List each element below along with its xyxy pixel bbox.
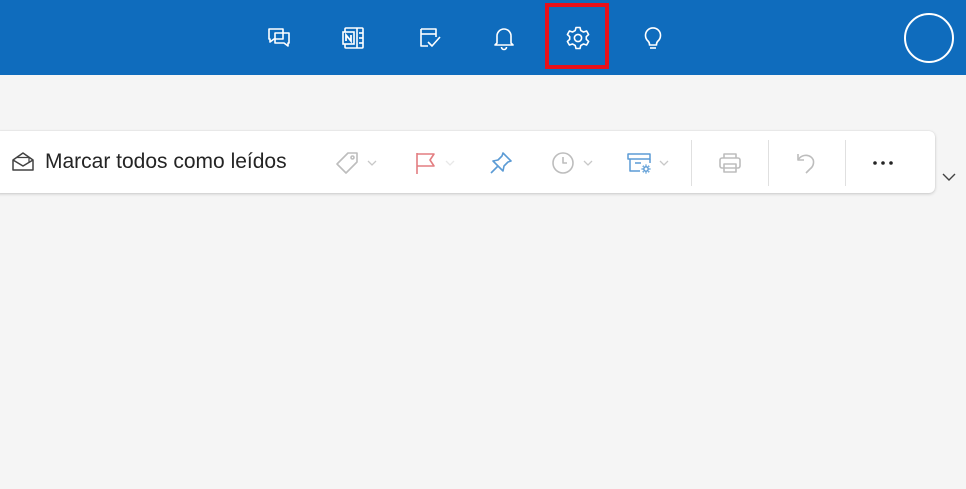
mark-all-read-button[interactable]: Marcar todos como leídos: [10, 147, 287, 177]
chevron-down-icon: [659, 160, 669, 166]
print-button[interactable]: [717, 148, 743, 178]
flag-icon: [416, 153, 435, 174]
profile-avatar[interactable]: [904, 13, 954, 63]
pin-icon: [490, 152, 512, 174]
chat-icon[interactable]: [259, 18, 299, 58]
tag-icon: [336, 152, 358, 174]
onenote-icon[interactable]: [334, 18, 374, 58]
top-header-bar: [0, 0, 966, 75]
settings-highlight-box: [545, 3, 609, 69]
mark-all-read-label: Marcar todos como leídos: [45, 150, 287, 173]
more-options-button[interactable]: [870, 148, 896, 178]
archive-settings-icon: [627, 153, 651, 174]
lightbulb-icon[interactable]: [633, 18, 673, 58]
undo-icon: [797, 154, 815, 174]
print-icon: [719, 153, 741, 173]
chevron-down-icon: [367, 160, 377, 166]
toolbar-divider: [768, 140, 769, 186]
snooze-button[interactable]: [550, 148, 594, 178]
pin-button[interactable]: [488, 148, 514, 178]
tasks-icon[interactable]: [409, 18, 449, 58]
chevron-down-icon[interactable]: [941, 169, 957, 185]
more-icon: [873, 161, 893, 165]
archive-rules-button[interactable]: [626, 148, 670, 178]
chevron-down-icon: [445, 160, 455, 166]
toolbar-divider: [845, 140, 846, 186]
flag-button[interactable]: [412, 148, 456, 178]
clock-icon: [552, 152, 574, 174]
message-toolbar: Marcar todos como leídos: [0, 131, 935, 193]
open-envelope-icon: [12, 152, 34, 171]
categorize-button[interactable]: [334, 148, 378, 178]
bell-icon[interactable]: [484, 18, 524, 58]
undo-button[interactable]: [794, 148, 820, 178]
toolbar-divider: [691, 140, 692, 186]
chevron-down-icon: [583, 160, 593, 166]
